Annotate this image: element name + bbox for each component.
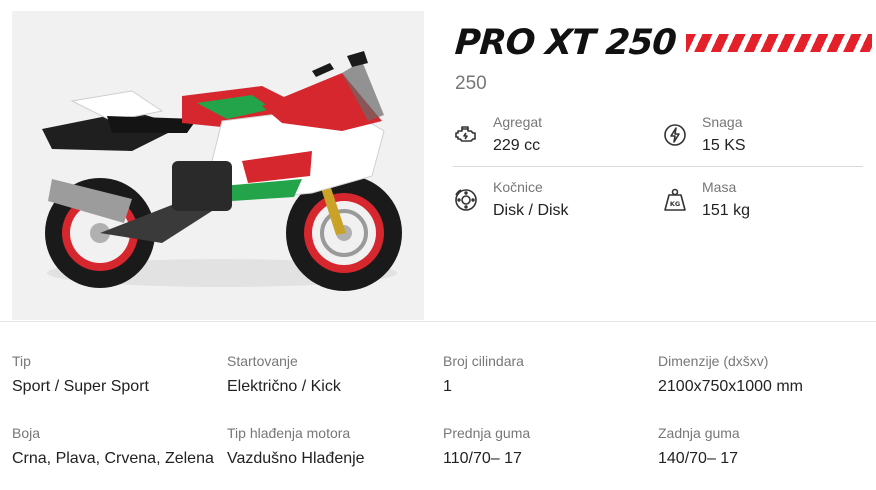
- product-subtitle: 250: [455, 73, 487, 94]
- detail-label: Zadnja guma: [658, 425, 740, 441]
- spec-label: Snaga: [702, 114, 743, 130]
- spec-label: Kočnice: [493, 179, 543, 195]
- detail-label: Dimenzije (dxšxv): [658, 353, 769, 369]
- weight-icon: KG: [662, 187, 688, 213]
- spec-engine: Agregat 229 cc: [453, 114, 542, 156]
- spec-brakes: Kočnice Disk / Disk: [453, 179, 569, 221]
- detail-value: Električno / Kick: [227, 378, 341, 395]
- weight-icon-text: KG: [670, 200, 680, 208]
- detail-hladenje: Tip hlađenja motora Vazdušno Hlađenje: [227, 425, 365, 469]
- spec-label: Agregat: [493, 114, 543, 130]
- detail-label: Tip: [12, 353, 31, 369]
- spec-label: Masa: [702, 179, 737, 195]
- title-stripes-decoration: [685, 34, 872, 52]
- detail-value: Crna, Plava, Crvena, Zelena: [12, 450, 214, 467]
- detail-broj-cilindara: Broj cilindara 1: [443, 353, 524, 397]
- detail-value: 2100x750x1000 mm: [658, 378, 803, 395]
- spec-value: 151 kg: [702, 202, 751, 219]
- product-title: PRO XT 250: [453, 23, 678, 63]
- detail-value: 1: [443, 378, 452, 395]
- spec-value: Disk / Disk: [493, 202, 569, 219]
- section-divider: [0, 321, 876, 322]
- motorcycle-photo: [12, 11, 424, 320]
- brake-disc-icon: [453, 187, 479, 213]
- detail-value: 110/70– 17: [443, 450, 522, 467]
- spec-weight: KG Masa 151 kg: [662, 179, 750, 221]
- detail-label: Boja: [12, 425, 41, 441]
- detail-value: 140/70– 17: [658, 450, 739, 467]
- detail-dimenzije: Dimenzije (dxšxv) 2100x750x1000 mm: [658, 353, 803, 397]
- spec-value: 229 cc: [493, 137, 541, 154]
- product-header: PRO XT 250 250 Agregat 229 cc Snaga 15 K…: [0, 0, 876, 321]
- detail-prednja-guma: Prednja guma 110/70– 17: [443, 425, 530, 469]
- detail-label: Broj cilindara: [443, 353, 524, 369]
- detail-label: Tip hlađenja motora: [227, 425, 351, 441]
- title-row: PRO XT 250: [453, 22, 872, 64]
- power-icon: [662, 122, 688, 148]
- detail-boja: Boja Crna, Plava, Crvena, Zelena: [12, 425, 214, 469]
- spec-divider: [453, 166, 863, 167]
- detail-label: Prednja guma: [443, 425, 531, 441]
- detail-value: Sport / Super Sport: [12, 378, 149, 395]
- detail-value: Vazdušno Hlađenje: [227, 450, 365, 467]
- spec-power: Snaga 15 KS: [662, 114, 746, 156]
- detail-label: Startovanje: [227, 353, 298, 369]
- detail-startovanje: Startovanje Električno / Kick: [227, 353, 341, 397]
- detail-tip: Tip Sport / Super Sport: [12, 353, 149, 397]
- spec-value: 15 KS: [702, 137, 746, 154]
- detail-zadnja-guma: Zadnja guma 140/70– 17: [658, 425, 740, 469]
- engine-icon: [453, 122, 479, 148]
